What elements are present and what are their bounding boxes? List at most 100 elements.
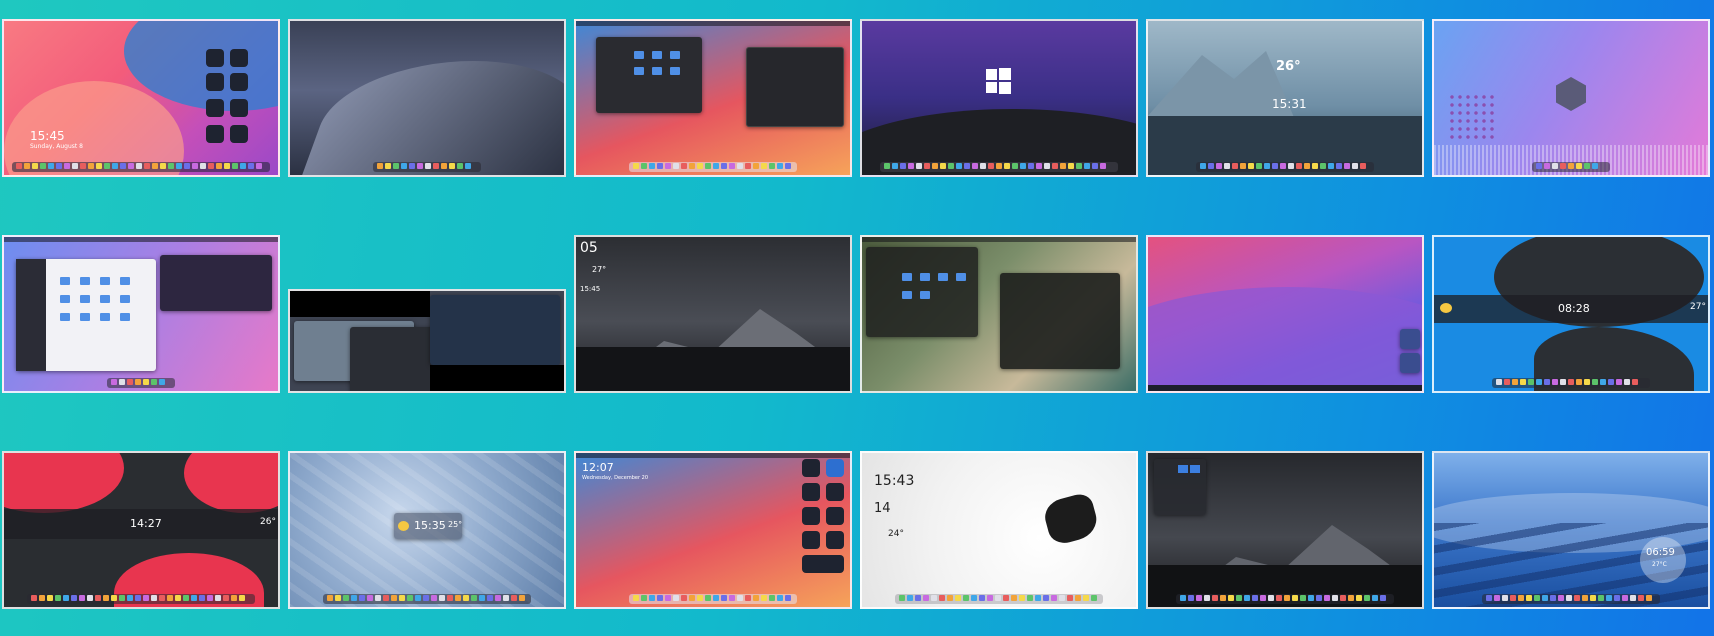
dock-app-icon <box>159 595 165 601</box>
dock-app-icon <box>641 595 647 601</box>
dock-app-icon <box>1364 595 1370 601</box>
dock-app-icon <box>932 163 938 169</box>
dock-app-icon <box>136 163 142 169</box>
thumbnail-10[interactable] <box>860 235 1138 393</box>
dock-app-icon <box>1200 163 1206 169</box>
dock-app-icon <box>96 163 102 169</box>
dock-app-icon <box>215 595 221 601</box>
dock-app-icon <box>487 595 493 601</box>
dock-app-icon <box>112 163 118 169</box>
thumbnail-8[interactable] <box>288 289 566 393</box>
dock <box>373 162 481 172</box>
dock-app-icon <box>224 163 230 169</box>
dock-app-icon <box>1252 595 1258 601</box>
dock-app-icon <box>1012 163 1018 169</box>
dock-app-icon <box>1044 163 1050 169</box>
dock-app-icon <box>119 595 125 601</box>
dock-app-icon <box>127 595 133 601</box>
dock-app-icon <box>48 163 54 169</box>
dock-app-icon <box>199 595 205 601</box>
dock-app-icon <box>665 163 671 169</box>
dock-app-icon <box>239 595 245 601</box>
dock-app-icon <box>375 595 381 601</box>
dock-app-icon <box>1035 595 1041 601</box>
dock-app-icon <box>987 595 993 601</box>
dock-app-icon <box>16 163 22 169</box>
dock <box>895 594 1103 604</box>
dock-app-icon <box>1296 163 1302 169</box>
dock-app-icon <box>216 163 222 169</box>
thumbnail-4[interactable] <box>860 19 1138 177</box>
dock-app-icon <box>127 379 133 385</box>
dock-app-icon <box>447 595 453 601</box>
dock-app-icon <box>144 163 150 169</box>
thumbnail-14[interactable]: 15:35 25° <box>288 451 566 609</box>
dock-app-icon <box>931 595 937 601</box>
dock-app-icon <box>753 595 759 601</box>
dock-app-icon <box>1568 379 1574 385</box>
dock-app-icon <box>649 595 655 601</box>
dock-app-icon <box>1566 595 1572 601</box>
dock-app-icon <box>55 595 61 601</box>
dock-app-icon <box>519 595 525 601</box>
thumbnail-13[interactable]: 14:27 26° <box>2 451 280 609</box>
dock-app-icon <box>705 163 711 169</box>
dock-app-icon <box>1496 379 1502 385</box>
dock-app-icon <box>1582 595 1588 601</box>
dock-app-icon <box>143 379 149 385</box>
thumbnail-15[interactable]: 12:07 Wednesday, December 20 <box>574 451 852 609</box>
dock-app-icon <box>31 595 37 601</box>
clock-day: 14 <box>874 501 891 516</box>
dock-app-icon <box>996 163 1002 169</box>
thumbnail-2[interactable] <box>288 19 566 177</box>
thumbnail-16[interactable]: 15:43 14 24° <box>860 451 1138 609</box>
thumbnail-7[interactable] <box>2 235 280 393</box>
dock-app-icon <box>1576 379 1582 385</box>
dock-app-icon <box>391 595 397 601</box>
thumbnail-1[interactable]: 15:45 Sunday, August 8 <box>2 19 280 177</box>
dock-app-icon <box>1560 163 1566 169</box>
dock-app-icon <box>681 595 687 601</box>
thumbnail-12[interactable]: 08:28 27° <box>1432 235 1710 393</box>
dock-app-icon <box>1060 163 1066 169</box>
dock-app-icon <box>128 163 134 169</box>
dock-app-icon <box>657 595 663 601</box>
thumbnail-6[interactable] <box>1432 19 1710 177</box>
dock-app-icon <box>979 595 985 601</box>
dock <box>1196 162 1374 172</box>
thumbnail-3[interactable] <box>574 19 852 177</box>
clock-date: Sunday, August 8 <box>30 143 83 150</box>
weather-temp: 27°C <box>1652 561 1667 568</box>
dock-app-icon <box>737 163 743 169</box>
thumbnail-17[interactable] <box>1146 451 1424 609</box>
dock-app-icon <box>1208 163 1214 169</box>
dock-app-icon <box>1632 379 1638 385</box>
dock-app-icon <box>785 163 791 169</box>
dock-app-icon <box>1510 595 1516 601</box>
dock-app-icon <box>1083 595 1089 601</box>
thumbnail-5[interactable]: 26° 15:31 <box>1146 19 1424 177</box>
dock-app-icon <box>1091 595 1097 601</box>
dock-app-icon <box>963 595 969 601</box>
dock-app-icon <box>939 595 945 601</box>
dock <box>629 162 797 172</box>
dock-app-icon <box>393 163 399 169</box>
thumbnail-9[interactable]: 05 27° 15:45 <box>574 235 852 393</box>
dock-app-icon <box>417 163 423 169</box>
dock <box>1492 378 1650 388</box>
dock-app-icon <box>1348 595 1354 601</box>
dock-app-icon <box>1068 163 1074 169</box>
dock-app-icon <box>1216 163 1222 169</box>
dock-app-icon <box>777 163 783 169</box>
dock-app-icon <box>916 163 922 169</box>
dock-app-icon <box>79 595 85 601</box>
dock-app-icon <box>1502 595 1508 601</box>
weather-temp: 24° <box>888 529 904 539</box>
thumbnail-11[interactable] <box>1146 235 1424 393</box>
dock-app-icon <box>729 163 735 169</box>
clock-time: 14:27 <box>130 517 162 530</box>
dock-app-icon <box>713 163 719 169</box>
dock-app-icon <box>1100 163 1106 169</box>
dock-app-icon <box>649 163 655 169</box>
thumbnail-18[interactable]: 06:59 27°C <box>1432 451 1710 609</box>
